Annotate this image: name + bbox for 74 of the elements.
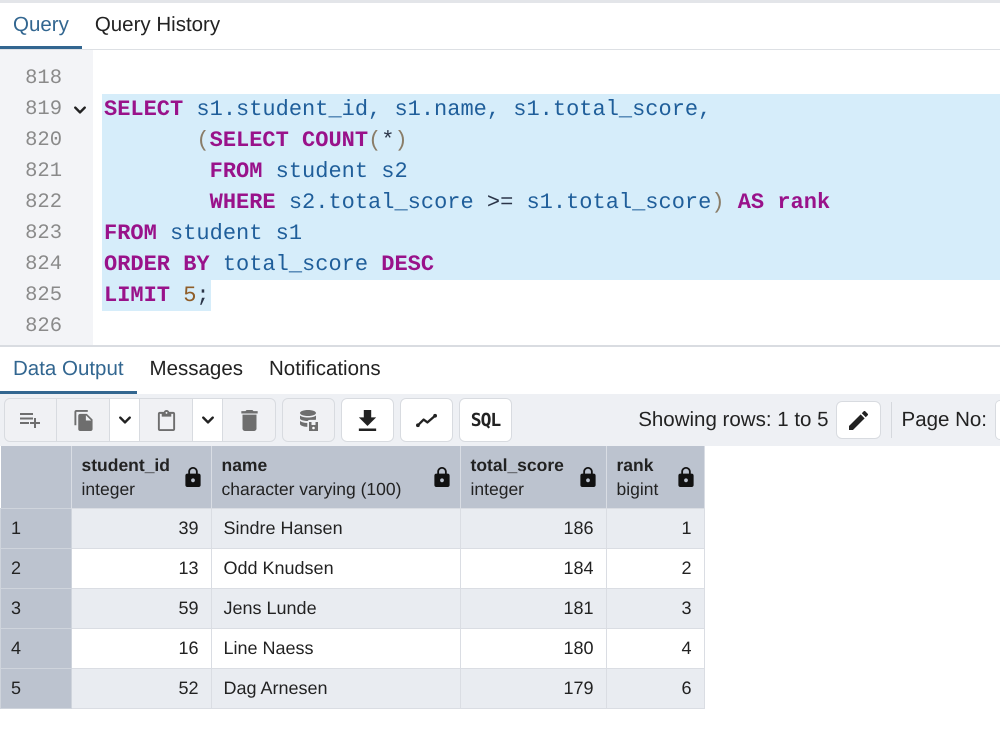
line-number: 820: [24, 128, 62, 154]
code-line: FROM student s2: [208, 158, 409, 186]
table-cell: 181: [460, 588, 606, 628]
column-header[interactable]: name character varying (100): [211, 446, 460, 508]
column-name: rank: [616, 454, 654, 477]
table-cell: 3: [606, 588, 704, 628]
chevron-down-icon[interactable]: [74, 106, 86, 114]
header-corner: [0, 446, 71, 508]
table-cell: 13: [71, 548, 211, 588]
column-type: character varying (100): [222, 478, 402, 501]
row-count-text: Showing rows: 1 to 5: [638, 408, 829, 432]
column-name: total_score: [470, 454, 565, 477]
line-number: 823: [24, 221, 62, 247]
table-cell: 39: [71, 508, 211, 548]
column-name: name: [222, 454, 268, 477]
table-cell: 186: [460, 508, 606, 548]
table-cell: 6: [606, 668, 704, 708]
line-number: 819: [24, 97, 62, 123]
table-cell: 4: [606, 628, 704, 668]
line-number: 824: [24, 252, 62, 278]
line-number: 818: [24, 66, 62, 92]
chevron-down-icon: [202, 416, 214, 424]
table-cell: 59: [71, 588, 211, 628]
column-type: integer: [82, 478, 136, 501]
table-cell: 52: [71, 668, 211, 708]
clipboard-icon: [156, 410, 176, 430]
line-number: 821: [24, 159, 62, 185]
table-cell: 1: [606, 508, 704, 548]
code-line: ORDER BY total_score DESC: [103, 251, 436, 279]
table-cell: Dag Arnesen: [211, 668, 460, 708]
chevron-down-icon: [118, 416, 130, 424]
line-number: 825: [24, 283, 62, 309]
row-number-cell[interactable]: 5: [0, 668, 71, 708]
edit-button[interactable]: [836, 401, 881, 439]
line-number: 822: [24, 190, 62, 216]
table-cell: 2: [606, 548, 704, 588]
table-cell: Jens Lunde: [211, 588, 460, 628]
page-number-field[interactable]: [995, 400, 1000, 440]
table-cell: Line Naess: [211, 628, 460, 668]
column-header[interactable]: rank bigint: [606, 446, 704, 508]
code-line: FROM student s1: [103, 220, 304, 248]
tab[interactable]: Messages: [136, 347, 256, 394]
column-header[interactable]: student_id integer: [71, 446, 211, 508]
table-cell: 180: [460, 628, 606, 668]
download-button[interactable]: [341, 398, 394, 442]
tab[interactable]: Query History: [82, 3, 234, 49]
code-line: WHERE s2.total_score >= s1.total_score) AS rank: [208, 189, 832, 217]
table-cell: Odd Knudsen: [211, 548, 460, 588]
download-icon: [357, 410, 378, 430]
page-number-label: Page No:: [902, 408, 987, 432]
table-cell: 179: [460, 668, 606, 708]
sql-button[interactable]: SQL: [459, 398, 512, 442]
column-type: bigint: [616, 478, 660, 501]
row-number-cell[interactable]: 3: [0, 588, 71, 628]
dropdown-button[interactable]: [110, 398, 140, 442]
column-type: integer: [470, 478, 526, 501]
graph-button[interactable]: [400, 398, 453, 442]
trash-icon: [238, 410, 260, 430]
table-cell: 16: [71, 628, 211, 668]
table-cell: Sindre Hansen: [211, 508, 460, 548]
row-number-cell[interactable]: 2: [0, 548, 71, 588]
column-name: student_id: [82, 454, 171, 477]
tab[interactable]: Notifications: [256, 347, 394, 394]
column-header[interactable]: total_score integer: [460, 446, 606, 508]
copy-icon: [72, 410, 94, 430]
row-number-cell[interactable]: 4: [0, 628, 71, 668]
pencil-icon: [848, 410, 868, 430]
dropdown-button[interactable]: [193, 398, 223, 442]
line-number: 826: [24, 314, 62, 340]
code-line: (SELECT COUNT(*): [195, 127, 409, 155]
database-icon: [298, 410, 319, 430]
code-line: SELECT s1.student_id, s1.name, s1.total_score,: [103, 96, 712, 124]
row-number-cell[interactable]: 1: [0, 508, 71, 548]
table-cell: 184: [460, 548, 606, 588]
